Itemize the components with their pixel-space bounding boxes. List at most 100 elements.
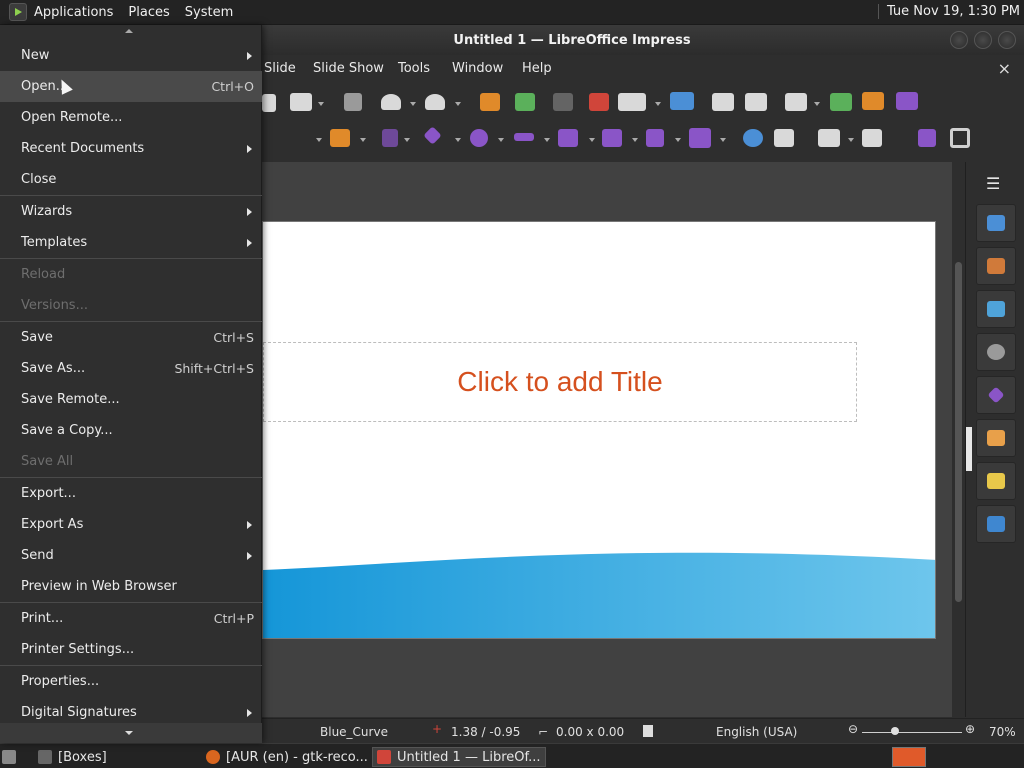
places-menu[interactable]: Places	[128, 5, 169, 20]
title-placeholder[interactable]: Click to add Title	[263, 342, 857, 422]
show-desktop-button[interactable]	[2, 747, 22, 767]
sidebar-animation-button[interactable]	[976, 462, 1016, 500]
vertical-scrollbar[interactable]	[952, 162, 965, 717]
spelling-icon[interactable]	[515, 93, 535, 111]
copy-icon[interactable]	[262, 94, 276, 112]
3d-objects-icon[interactable]	[689, 128, 711, 148]
zoom-out-icon[interactable]: ⊖	[848, 722, 858, 736]
basic-shapes-dropdown-icon[interactable]	[455, 138, 461, 142]
callouts-icon[interactable]	[602, 129, 622, 147]
new-slide-icon[interactable]	[712, 93, 734, 111]
paste-icon[interactable]	[290, 93, 312, 111]
undo-dropdown-icon[interactable]	[410, 102, 416, 106]
insert-image-icon[interactable]	[830, 93, 852, 111]
symbol-shapes-dropdown-icon[interactable]	[498, 138, 504, 142]
language-status[interactable]: English (USA)	[716, 725, 797, 739]
menu-item-save-a-copy[interactable]: Save a Copy...	[0, 415, 262, 446]
insert-chart-icon[interactable]	[896, 92, 918, 110]
zoom-level[interactable]: 70%	[989, 725, 1016, 739]
image-icon[interactable]	[670, 92, 694, 110]
sidebar-gallery-button[interactable]	[976, 290, 1016, 328]
vertical-scroll-thumb[interactable]	[955, 262, 962, 602]
helplines-icon[interactable]	[589, 93, 609, 111]
3d-objects-dropdown-icon[interactable]	[720, 138, 726, 142]
shadow-icon[interactable]	[918, 129, 936, 147]
task-browser[interactable]: [AUR (en) - gtk-reco...	[206, 747, 368, 767]
sidebar-styles-button[interactable]	[976, 247, 1016, 285]
sidebar-properties-button[interactable]	[976, 204, 1016, 242]
menu-item-open-remote[interactable]: Open Remote...	[0, 102, 262, 133]
insert-table-icon[interactable]	[785, 93, 807, 111]
redo-dropdown-icon[interactable]	[455, 102, 461, 106]
menu-item-templates[interactable]: Templates	[0, 227, 262, 258]
redo-icon[interactable]	[425, 94, 445, 110]
sidebar-navigator-button[interactable]	[976, 333, 1016, 371]
menu-item-printer-settings[interactable]: Printer Settings...	[0, 634, 262, 665]
menu-item-send[interactable]: Send	[0, 540, 262, 571]
arrange-icon[interactable]	[818, 129, 840, 147]
insert-table-dropdown-icon[interactable]	[814, 102, 820, 106]
paste-dropdown-icon[interactable]	[318, 102, 324, 106]
applications-icon[interactable]	[9, 3, 27, 21]
menu-item-print[interactable]: Print... Ctrl+P	[0, 603, 262, 634]
table-icon[interactable]	[618, 93, 646, 111]
clock[interactable]: Tue Nov 19, 1:30 PM	[877, 4, 1020, 19]
callouts-dropdown-icon[interactable]	[632, 138, 638, 142]
menu-item-wizards[interactable]: Wizards	[0, 196, 262, 227]
block-arrows-dropdown-icon[interactable]	[544, 138, 550, 142]
menu-item-export-as[interactable]: Export As	[0, 509, 262, 540]
zoom-in-icon[interactable]: ⊕	[965, 722, 975, 736]
stars-dropdown-icon[interactable]	[675, 138, 681, 142]
menu-item-preview-in-web-browser[interactable]: Preview in Web Browser	[0, 571, 262, 602]
distribute-icon[interactable]	[862, 129, 882, 147]
connector-dropdown-icon[interactable]	[404, 138, 410, 142]
align-icon[interactable]	[774, 129, 794, 147]
menu-item-save-as[interactable]: Save As... Shift+Ctrl+S	[0, 353, 262, 384]
menu-window[interactable]: Window	[452, 61, 503, 76]
duplicate-slide-icon[interactable]	[745, 93, 767, 111]
menu-tools[interactable]: Tools	[398, 61, 430, 76]
table-dropdown-icon[interactable]	[655, 102, 661, 106]
find-replace-icon[interactable]	[480, 93, 500, 111]
basic-shapes-icon[interactable]	[423, 126, 442, 145]
menu-item-save[interactable]: Save Ctrl+S	[0, 322, 262, 353]
menu-item-open[interactable]: Open... Ctrl+O	[0, 71, 262, 102]
menu-item-export[interactable]: Export...	[0, 478, 262, 509]
menu-slide-show[interactable]: Slide Show	[313, 61, 384, 76]
rotate-icon[interactable]	[743, 129, 763, 147]
scroll-down-icon[interactable]	[125, 731, 133, 735]
line-dropdown-icon[interactable]	[316, 138, 322, 142]
sidebar-shapes-button[interactable]	[976, 376, 1016, 414]
block-arrows-icon[interactable]	[514, 133, 534, 141]
slide[interactable]: Click to add Title	[262, 221, 936, 639]
grid-icon[interactable]	[553, 93, 573, 111]
task-boxes[interactable]: [Boxes]	[38, 747, 107, 767]
sidebar-menu-icon[interactable]: ☰	[986, 174, 1000, 193]
menu-help[interactable]: Help	[522, 61, 552, 76]
menu-item-save-remote[interactable]: Save Remote...	[0, 384, 262, 415]
maximize-button[interactable]	[974, 31, 992, 49]
flowchart-dropdown-icon[interactable]	[589, 138, 595, 142]
close-document-icon[interactable]: ×	[998, 59, 1011, 78]
menu-item-recent-documents[interactable]: Recent Documents	[0, 133, 262, 164]
workspace-switcher[interactable]	[892, 747, 926, 767]
sidebar-collapse-handle[interactable]	[966, 427, 972, 471]
arrange-dropdown-icon[interactable]	[848, 138, 854, 142]
document-modified-icon[interactable]	[643, 725, 653, 737]
insert-audio-video-icon[interactable]	[862, 92, 884, 110]
curve-dropdown-icon[interactable]	[360, 138, 366, 142]
undo-icon[interactable]	[381, 94, 401, 110]
menu-item-properties[interactable]: Properties...	[0, 666, 262, 697]
applications-menu[interactable]: Applications	[34, 5, 113, 20]
menu-item-new[interactable]: New	[0, 40, 262, 71]
curve-icon[interactable]	[330, 129, 350, 147]
close-window-button[interactable]	[998, 31, 1016, 49]
zoom-slider[interactable]	[862, 732, 962, 733]
menu-item-close[interactable]: Close	[0, 164, 262, 195]
sidebar-master-slides-button[interactable]	[976, 505, 1016, 543]
crop-icon[interactable]	[950, 128, 970, 148]
symbol-shapes-icon[interactable]	[470, 129, 488, 147]
scroll-up-icon[interactable]	[125, 29, 133, 33]
zoom-slider-knob[interactable]	[891, 727, 899, 735]
flowchart-icon[interactable]	[558, 129, 578, 147]
